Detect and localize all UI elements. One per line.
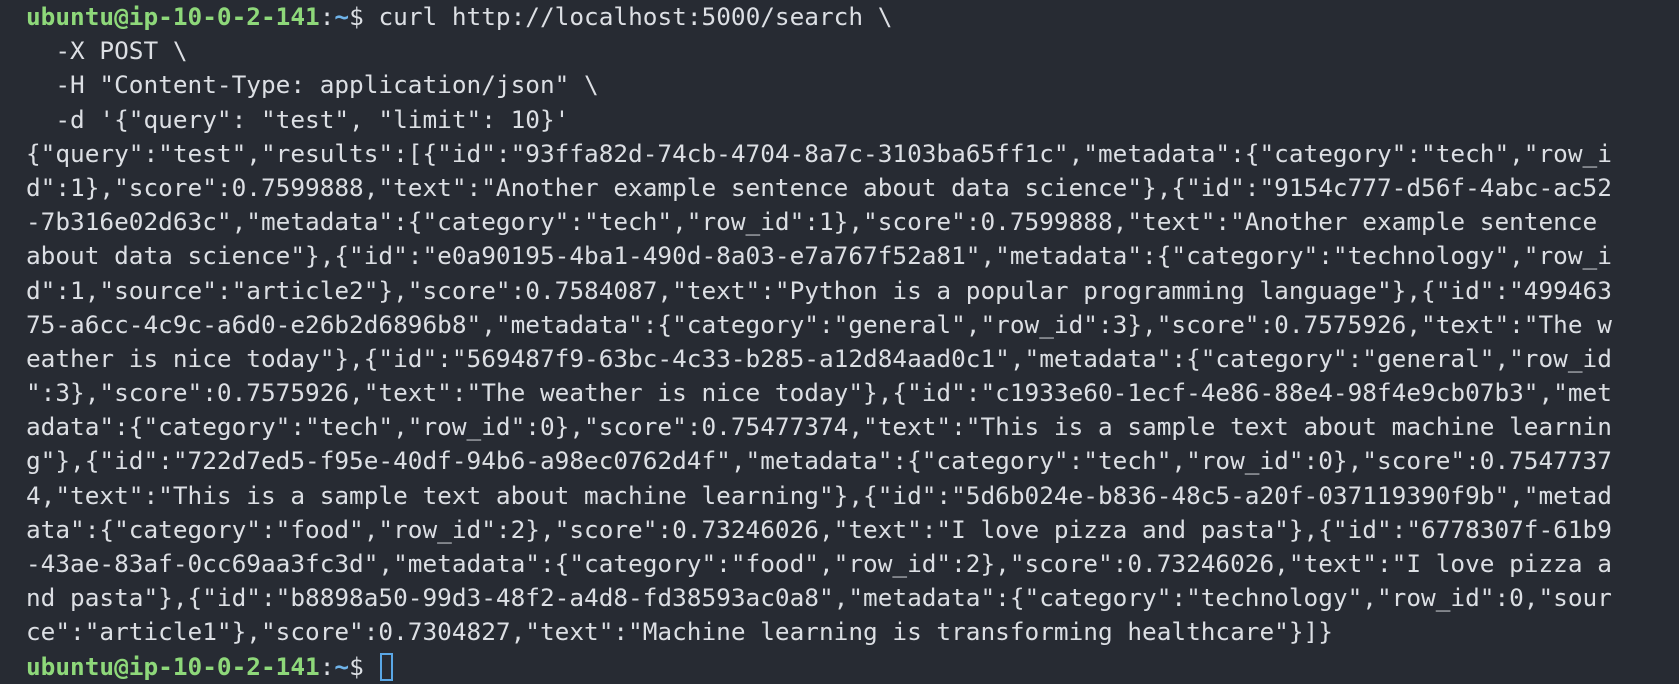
command-line-4: -d '{"query": "test", "limit": 10}' [26,104,570,134]
prompt-path: ~ [334,2,350,31]
output-line: ata":{"category":"food","row_id":2},"sco… [26,514,1612,544]
command-line-1: ubuntu@ip-10-0-2-141:~$ curl http://loca… [26,0,1679,34]
command-output: {"query":"test","results":[{"id":"93ffa8… [26,137,1679,650]
output-line: g"},{"id":"722d7ed5-f95e-40df-94b6-a98ec… [26,446,1612,476]
text-cursor[interactable] [380,652,394,681]
command-line-3: -H "Content-Type: application/json" \ [26,70,599,100]
terminal-window[interactable]: ubuntu@ip-10-0-2-141:~$ curl http://loca… [0,0,1679,683]
prompt-user-host: ubuntu@ip-10-0-2-141 [26,651,320,681]
output-line: d":1},"score":0.7599888,"text":"Another … [26,172,1612,202]
output-line: d":1,"source":"article2"},"score":0.7584… [26,275,1612,305]
command-line-2: -X POST \ [26,36,188,66]
prompt-separator: : [319,2,335,31]
output-line: eather is nice today"},{"id":"569487f9-6… [26,343,1612,373]
output-line: adata":{"category":"tech","row_id":0},"s… [26,412,1612,442]
prompt-separator: : [319,651,335,681]
command-text: curl http://localhost:5000/search \ [378,2,893,31]
prompt-dollar: $ [349,651,379,681]
prompt-line[interactable]: ubuntu@ip-10-0-2-141:~$ [26,650,1679,684]
output-line: 4,"text":"This is a sample text about ma… [26,480,1612,510]
prompt-user-host: ubuntu@ip-10-0-2-141 [26,2,320,31]
output-line: -7b316e02d63c","metadata":{"category":"t… [26,207,1612,237]
output-line: 75-a6cc-4c9c-a6d0-e26b2d6896b8","metadat… [26,309,1612,339]
output-line: {"query":"test","results":[{"id":"93ffa8… [26,138,1612,168]
prompt-dollar: $ [349,2,379,31]
prompt-path: ~ [334,651,350,681]
output-line: ":3},"score":0.7575926,"text":"The weath… [26,378,1612,408]
output-line: nd pasta"},{"id":"b8898a50-99d3-48f2-a4d… [26,583,1612,613]
output-line: -43ae-83af-0cc69aa3fc3d","metadata":{"ca… [26,549,1612,578]
output-line: ce":"article1"},"score":0.7304827,"text"… [26,617,1333,647]
output-line: about data science"},{"id":"e0a90195-4ba… [26,241,1612,271]
